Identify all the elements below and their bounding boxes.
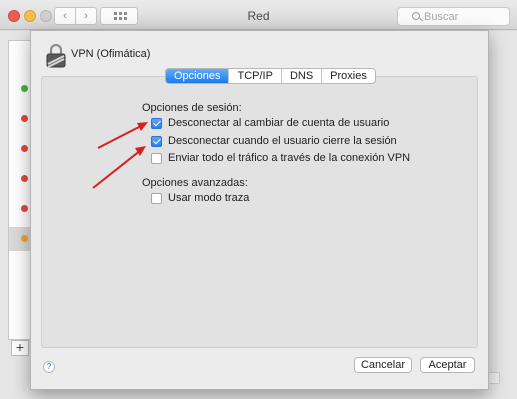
cancel-button[interactable]: Cancelar <box>354 357 412 373</box>
status-dot-icon <box>21 145 28 152</box>
tab-opciones[interactable]: Opciones <box>166 69 229 83</box>
verbose-logging-option[interactable]: Usar modo traza <box>151 192 249 204</box>
search-placeholder: Buscar <box>424 11 459 23</box>
verbose-logging-checkbox[interactable] <box>151 192 162 204</box>
disconnect-on-user-switch-checkbox[interactable] <box>151 117 162 129</box>
tab-proxies[interactable]: Proxies <box>321 69 375 83</box>
vpn-service-name: VPN (Ofimática) <box>71 48 151 60</box>
search-icon <box>412 12 420 20</box>
add-service-button[interactable]: + <box>11 340 29 356</box>
window-titlebar: ‹ › Red Buscar <box>0 0 517 30</box>
disconnect-on-user-switch-option[interactable]: Desconectar al cambiar de cuenta de usua… <box>151 117 389 129</box>
accept-button[interactable]: Aceptar <box>420 357 475 373</box>
tab-dns[interactable]: DNS <box>280 69 321 83</box>
status-dot-icon <box>21 175 28 182</box>
status-dot-icon <box>21 115 28 122</box>
send-all-traffic-checkbox[interactable] <box>151 152 162 164</box>
option-label: Desconectar al cambiar de cuenta de usua… <box>168 117 390 129</box>
disconnect-on-logout-checkbox[interactable] <box>151 135 162 147</box>
options-tab-bar: Opciones TCP/IP DNS Proxies <box>165 68 376 84</box>
help-button[interactable]: ? <box>43 361 55 373</box>
advanced-options-title: Opciones avanzadas: <box>142 177 248 189</box>
status-dot-icon <box>21 235 28 242</box>
session-options-title: Opciones de sesión: <box>142 102 242 114</box>
option-label: Desconectar cuando el usuario cierre la … <box>168 135 397 147</box>
status-dot-icon <box>21 85 28 92</box>
tab-tcp-ip[interactable]: TCP/IP <box>228 69 280 83</box>
option-label: Enviar todo el tráfico a través de la co… <box>168 152 411 164</box>
vpn-options-sheet: VPN (Ofimática) Opciones TCP/IP DNS Prox… <box>30 30 489 390</box>
send-all-traffic-option[interactable]: Enviar todo el tráfico a través de la co… <box>151 152 410 164</box>
search-input[interactable]: Buscar <box>397 7 510 26</box>
option-label: Usar modo traza <box>168 192 250 204</box>
disconnect-on-logout-option[interactable]: Desconectar cuando el usuario cierre la … <box>151 135 397 147</box>
options-panel: Opciones de sesión: Desconectar al cambi… <box>41 76 478 348</box>
status-dot-icon <box>21 205 28 212</box>
vpn-lock-icon <box>46 43 66 68</box>
